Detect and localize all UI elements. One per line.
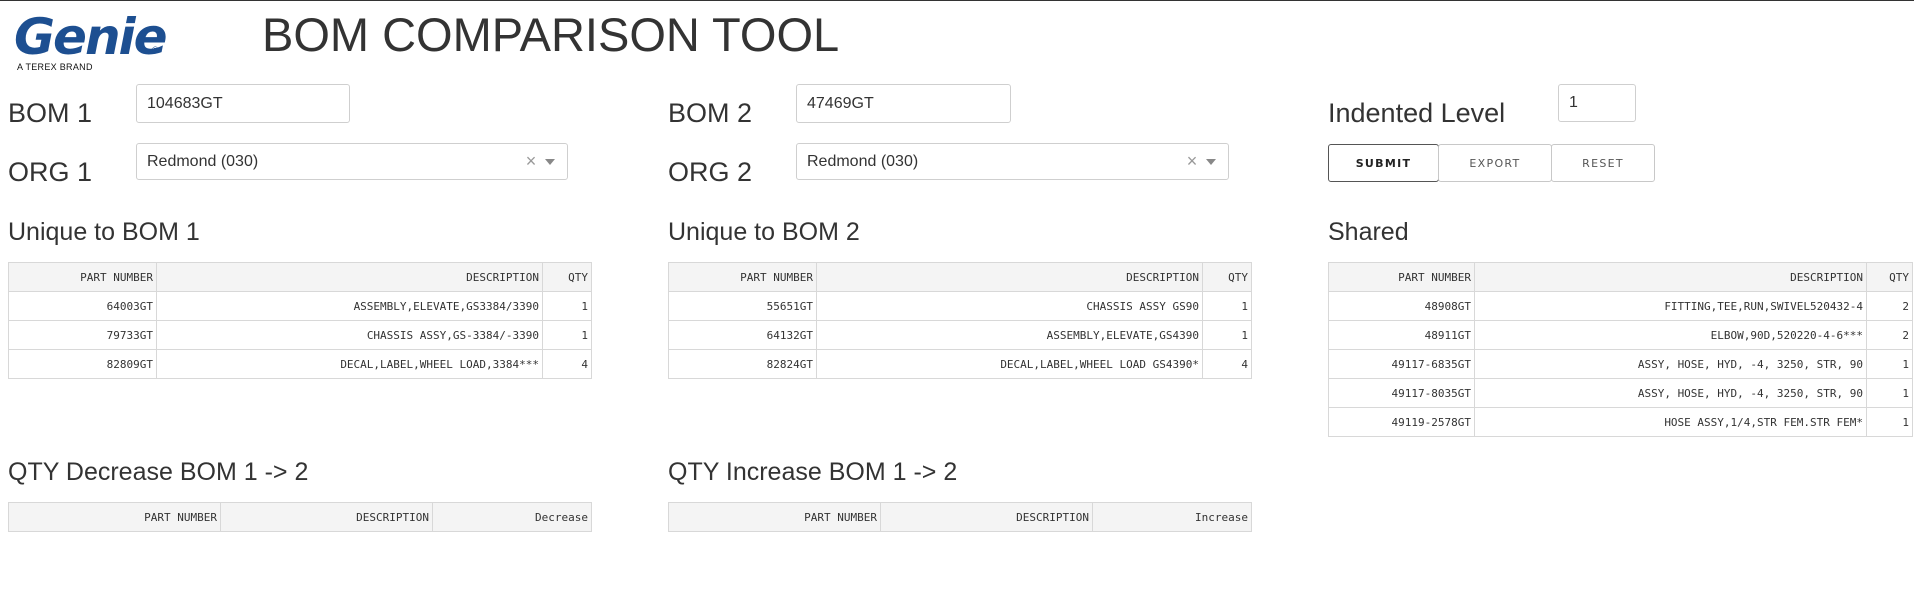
table-row[interactable]: 48911GT ELBOW,90D,520220-4-6*** 2	[1328, 320, 1913, 350]
table-row[interactable]: 49117-8035GT ASSY, HOSE, HYD, -4, 3250, …	[1328, 378, 1913, 408]
description-cell: CHASSIS ASSY GS90	[816, 291, 1203, 321]
org1-clear-icon[interactable]: ×	[523, 151, 539, 172]
qty-cell: 1	[1866, 349, 1913, 379]
unique-bom1-title: Unique to BOM 1	[8, 218, 200, 246]
col-header-part-number[interactable]: PART NUMBER	[8, 262, 157, 292]
table-header-row: PART NUMBER DESCRIPTION Increase	[668, 502, 1252, 532]
part-number-cell: 48908GT	[1328, 291, 1475, 321]
shared-table: PART NUMBER DESCRIPTION QTY 48908GT FITT…	[1328, 262, 1913, 437]
part-number-cell: 82809GT	[8, 349, 157, 379]
logo-subtitle: A TEREX BRAND	[17, 62, 93, 72]
qty-cell: 1	[1866, 378, 1913, 408]
qty-cell: 1	[1202, 320, 1252, 350]
org2-chevron-down-icon[interactable]	[1206, 158, 1216, 165]
qty-cell: 1	[542, 291, 592, 321]
indented-level-label: Indented Level	[1328, 98, 1506, 128]
table-row[interactable]: 49117-6835GT ASSY, HOSE, HYD, -4, 3250, …	[1328, 349, 1913, 379]
genie-logo: Genie	[14, 8, 168, 66]
qty-increase-table: PART NUMBER DESCRIPTION Increase	[668, 502, 1252, 532]
bom2-input[interactable]	[796, 84, 1011, 123]
table-row[interactable]: 64003GT ASSEMBLY,ELEVATE,GS3384/3390 1	[8, 291, 592, 321]
qty-decrease-title: QTY Decrease BOM 1 -> 2	[8, 458, 309, 486]
part-number-cell: 64003GT	[8, 291, 157, 321]
description-cell: ELBOW,90D,520220-4-6***	[1474, 320, 1867, 350]
table-row[interactable]: 82809GT DECAL,LABEL,WHEEL LOAD,3384*** 4	[8, 349, 592, 379]
part-number-cell: 49117-6835GT	[1328, 349, 1475, 379]
description-cell: HOSE ASSY,1/4,STR FEM.STR FEM*	[1474, 407, 1867, 437]
table-row[interactable]: 82824GT DECAL,LABEL,WHEEL LOAD GS4390* 4	[668, 349, 1252, 379]
org1-label: ORG 1	[8, 157, 93, 187]
org1-chevron-down-icon[interactable]	[545, 158, 555, 165]
part-number-cell: 49117-8035GT	[1328, 378, 1475, 408]
description-cell: CHASSIS ASSY,GS-3384/-3390	[156, 320, 543, 350]
part-number-cell: 48911GT	[1328, 320, 1475, 350]
col-header-part-number[interactable]: PART NUMBER	[668, 262, 817, 292]
org2-select[interactable]: Redmond (030) ×	[796, 143, 1229, 180]
unique-bom1-table: PART NUMBER DESCRIPTION QTY 64003GT ASSE…	[8, 262, 592, 379]
page-title: BOM COMPARISON TOOL	[262, 8, 840, 61]
col-header-qty[interactable]: QTY	[1866, 262, 1913, 292]
qty-cell: 1	[542, 320, 592, 350]
qty-cell: 1	[1202, 291, 1252, 321]
unique-bom2-title: Unique to BOM 2	[668, 218, 860, 246]
org2-label: ORG 2	[668, 157, 753, 187]
col-header-part-number[interactable]: PART NUMBER	[668, 502, 881, 532]
submit-button[interactable]: SUBMIT	[1328, 144, 1439, 182]
org2-clear-icon[interactable]: ×	[1184, 151, 1200, 172]
description-cell: ASSEMBLY,ELEVATE,GS3384/3390	[156, 291, 543, 321]
qty-cell: 2	[1866, 291, 1913, 321]
description-cell: ASSY, HOSE, HYD, -4, 3250, STR, 90	[1474, 349, 1867, 379]
indented-level-input[interactable]	[1558, 84, 1636, 122]
table-header-row: PART NUMBER DESCRIPTION QTY	[668, 262, 1252, 292]
col-header-increase[interactable]: Increase	[1092, 502, 1252, 532]
shared-title: Shared	[1328, 218, 1409, 246]
bom1-label: BOM 1	[8, 98, 93, 128]
qty-increase-title: QTY Increase BOM 1 -> 2	[668, 458, 958, 486]
part-number-cell: 79733GT	[8, 320, 157, 350]
col-header-part-number[interactable]: PART NUMBER	[1328, 262, 1475, 292]
table-row[interactable]: 55651GT CHASSIS ASSY GS90 1	[668, 291, 1252, 321]
qty-cell: 4	[1202, 349, 1252, 379]
qty-decrease-table: PART NUMBER DESCRIPTION Decrease	[8, 502, 592, 532]
part-number-cell: 64132GT	[668, 320, 817, 350]
org1-select[interactable]: Redmond (030) ×	[136, 143, 568, 180]
table-header-row: PART NUMBER DESCRIPTION QTY	[1328, 262, 1913, 292]
col-header-decrease[interactable]: Decrease	[432, 502, 592, 532]
bom2-label: BOM 2	[668, 98, 753, 128]
table-header-row: PART NUMBER DESCRIPTION Decrease	[8, 502, 592, 532]
col-header-description[interactable]: DESCRIPTION	[156, 262, 543, 292]
org1-select-value: Redmond (030)	[147, 152, 259, 170]
export-button[interactable]: EXPORT	[1438, 144, 1552, 182]
description-cell: DECAL,LABEL,WHEEL LOAD GS4390*	[816, 349, 1203, 379]
col-header-description[interactable]: DESCRIPTION	[1474, 262, 1867, 292]
bom1-input[interactable]	[136, 84, 350, 123]
reset-button[interactable]: RESET	[1551, 144, 1655, 182]
col-header-part-number[interactable]: PART NUMBER	[8, 502, 221, 532]
qty-cell: 4	[542, 349, 592, 379]
col-header-description[interactable]: DESCRIPTION	[816, 262, 1203, 292]
qty-cell: 2	[1866, 320, 1913, 350]
description-cell: FITTING,TEE,RUN,SWIVEL520432-4	[1474, 291, 1867, 321]
part-number-cell: 49119-2578GT	[1328, 407, 1475, 437]
description-cell: ASSEMBLY,ELEVATE,GS4390	[816, 320, 1203, 350]
logo-registered-mark: ®	[152, 45, 159, 55]
col-header-description[interactable]: DESCRIPTION	[880, 502, 1093, 532]
part-number-cell: 55651GT	[668, 291, 817, 321]
part-number-cell: 82824GT	[668, 349, 817, 379]
table-row[interactable]: 48908GT FITTING,TEE,RUN,SWIVEL520432-4 2	[1328, 291, 1913, 321]
col-header-description[interactable]: DESCRIPTION	[220, 502, 433, 532]
org2-select-value: Redmond (030)	[807, 152, 919, 170]
qty-cell: 1	[1866, 407, 1913, 437]
col-header-qty[interactable]: QTY	[1202, 262, 1252, 292]
col-header-qty[interactable]: QTY	[542, 262, 592, 292]
table-row[interactable]: 49119-2578GT HOSE ASSY,1/4,STR FEM.STR F…	[1328, 407, 1913, 437]
description-cell: DECAL,LABEL,WHEEL LOAD,3384***	[156, 349, 543, 379]
table-row[interactable]: 64132GT ASSEMBLY,ELEVATE,GS4390 1	[668, 320, 1252, 350]
table-header-row: PART NUMBER DESCRIPTION QTY	[8, 262, 592, 292]
table-row[interactable]: 79733GT CHASSIS ASSY,GS-3384/-3390 1	[8, 320, 592, 350]
unique-bom2-table: PART NUMBER DESCRIPTION QTY 55651GT CHAS…	[668, 262, 1252, 379]
description-cell: ASSY, HOSE, HYD, -4, 3250, STR, 90	[1474, 378, 1867, 408]
